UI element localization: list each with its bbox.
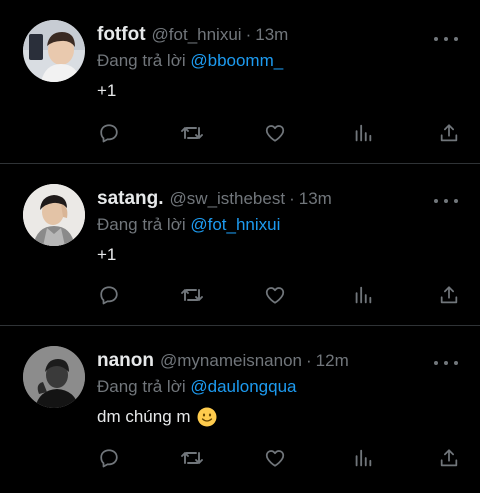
like-icon[interactable] (263, 446, 287, 470)
replying-to: Đang trả lời @daulongqua (97, 374, 462, 400)
tweet-body: +1 (97, 245, 117, 264)
tweet-text: +1 (97, 240, 462, 270)
tweet[interactable]: satang. @sw_isthebest · 13m Đang trả lời… (0, 164, 480, 326)
avatar[interactable] (23, 184, 85, 246)
tweet[interactable]: fotfot @fot_hnixui · 13m Đang trả lời @b… (0, 0, 480, 164)
tweet-body: +1 (97, 81, 117, 100)
more-options-icon[interactable] (434, 192, 458, 210)
share-icon[interactable] (437, 283, 461, 307)
reply-to-link[interactable]: @bboomm_ (190, 51, 283, 70)
tweet[interactable]: nanon @mynameisnanon · 12m Đang trả lời … (0, 326, 480, 493)
separator: · (306, 351, 312, 370)
reply-prefix: Đang trả lời (97, 51, 191, 70)
display-name[interactable]: nanon (97, 348, 154, 374)
reply-prefix: Đang trả lời (97, 215, 191, 234)
tweet-text: +1 (97, 76, 462, 106)
tweet-header: nanon @mynameisnanon · 12m (97, 348, 462, 374)
action-bar (97, 121, 460, 149)
timestamp[interactable]: 13m (299, 186, 332, 212)
replying-to: Đang trả lời @bboomm_ (97, 48, 462, 74)
like-icon[interactable] (263, 283, 287, 307)
stats-icon[interactable] (351, 283, 375, 307)
stats-icon[interactable] (351, 446, 375, 470)
tweet-header: fotfot @fot_hnixui · 13m (97, 22, 462, 48)
avatar[interactable] (23, 20, 85, 82)
reply-to-link[interactable]: @fot_hnixui (190, 215, 280, 234)
tweet-text: dm chúng m (97, 402, 462, 432)
reply-icon[interactable] (97, 446, 121, 470)
user-handle[interactable]: @mynameisnanon (160, 348, 302, 374)
stats-icon[interactable] (351, 121, 375, 145)
more-options-icon[interactable] (434, 354, 458, 372)
reply-to-link[interactable]: @daulongqua (190, 377, 296, 396)
display-name[interactable]: satang. (97, 186, 164, 212)
reply-icon[interactable] (97, 121, 121, 145)
display-name[interactable]: fotfot (97, 22, 146, 48)
more-options-icon[interactable] (434, 30, 458, 48)
separator: · (289, 189, 295, 208)
timestamp[interactable]: 12m (316, 348, 349, 374)
share-icon[interactable] (437, 121, 461, 145)
tweet-header: satang. @sw_isthebest · 13m (97, 186, 462, 212)
like-icon[interactable] (263, 121, 287, 145)
user-handle[interactable]: @fot_hnixui (152, 22, 242, 48)
retweet-icon[interactable] (180, 121, 204, 145)
action-bar (97, 446, 460, 474)
reply-prefix: Đang trả lời (97, 377, 191, 396)
timestamp[interactable]: 13m (255, 22, 288, 48)
separator: · (245, 25, 252, 44)
share-icon[interactable] (437, 446, 461, 470)
timeline: fotfot @fot_hnixui · 13m Đang trả lời @b… (0, 0, 480, 493)
replying-to: Đang trả lời @fot_hnixui (97, 212, 462, 238)
retweet-icon[interactable] (180, 283, 204, 307)
slightly-smiling-face-icon (197, 407, 217, 427)
user-handle[interactable]: @sw_isthebest (170, 186, 286, 212)
retweet-icon[interactable] (180, 446, 204, 470)
reply-icon[interactable] (97, 283, 121, 307)
tweet-body: dm chúng m (97, 407, 191, 426)
action-bar (97, 283, 460, 311)
avatar[interactable] (23, 346, 85, 408)
